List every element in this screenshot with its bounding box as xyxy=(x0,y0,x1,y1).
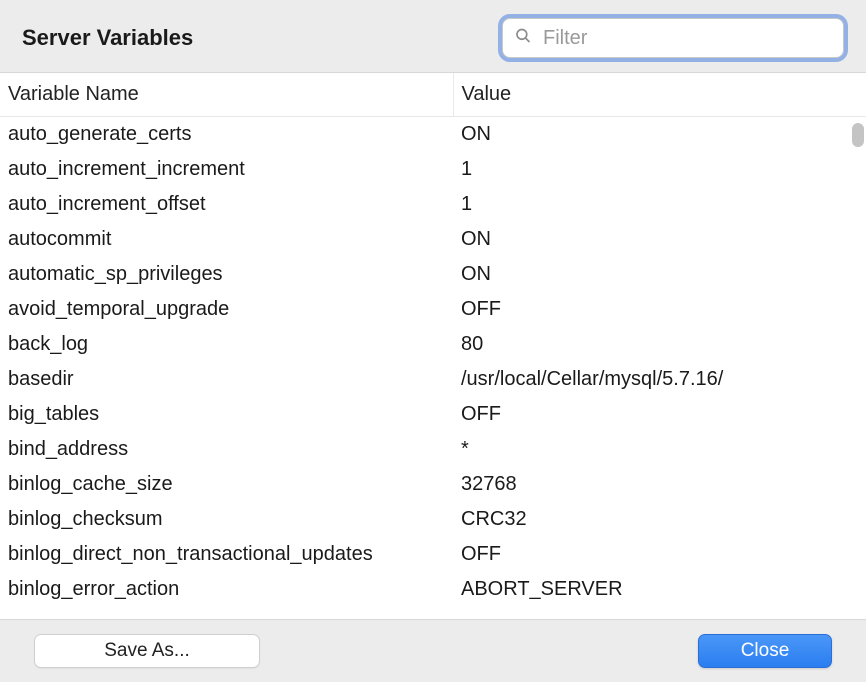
variable-value-cell: ON xyxy=(453,117,866,153)
variable-value-cell: 1 xyxy=(453,152,866,187)
variable-value-cell: ABORT_SERVER xyxy=(453,572,866,607)
table-row[interactable]: bind_address* xyxy=(0,432,866,467)
footer: Save As... Close xyxy=(0,619,866,682)
table-row[interactable]: automatic_sp_privilegesON xyxy=(0,257,866,292)
table-header-row: Variable Name Value xyxy=(0,73,866,117)
table-row[interactable]: binlog_direct_non_transactional_updatesO… xyxy=(0,537,866,572)
variable-value-cell: OFF xyxy=(453,397,866,432)
table-row[interactable]: basedir/usr/local/Cellar/mysql/5.7.16/ xyxy=(0,362,866,397)
variable-name-cell: auto_increment_increment xyxy=(0,152,453,187)
variables-table: Variable Name Value auto_generate_certsO… xyxy=(0,73,866,607)
header: Server Variables xyxy=(0,0,866,72)
table-row[interactable]: back_log80 xyxy=(0,327,866,362)
column-header-value[interactable]: Value xyxy=(453,73,866,117)
variable-name-cell: back_log xyxy=(0,327,453,362)
table-row[interactable]: big_tablesOFF xyxy=(0,397,866,432)
variable-value-cell: OFF xyxy=(453,292,866,327)
variable-value-cell: ON xyxy=(453,257,866,292)
save-as-button[interactable]: Save As... xyxy=(34,634,260,668)
table-row[interactable]: auto_generate_certsON xyxy=(0,117,866,153)
filter-container xyxy=(502,18,844,58)
variable-name-cell: autocommit xyxy=(0,222,453,257)
variable-name-cell: avoid_temporal_upgrade xyxy=(0,292,453,327)
variable-name-cell: basedir xyxy=(0,362,453,397)
page-title: Server Variables xyxy=(22,25,193,51)
variable-name-cell: automatic_sp_privileges xyxy=(0,257,453,292)
variable-value-cell: 32768 xyxy=(453,467,866,502)
table-row[interactable]: autocommitON xyxy=(0,222,866,257)
variable-value-cell: 1 xyxy=(453,187,866,222)
close-button[interactable]: Close xyxy=(698,634,832,668)
variable-name-cell: binlog_cache_size xyxy=(0,467,453,502)
variable-name-cell: binlog_checksum xyxy=(0,502,453,537)
filter-input[interactable] xyxy=(502,18,844,58)
variable-name-cell: auto_increment_offset xyxy=(0,187,453,222)
variables-table-container: Variable Name Value auto_generate_certsO… xyxy=(0,72,866,619)
table-row[interactable]: auto_increment_offset1 xyxy=(0,187,866,222)
variable-value-cell: 80 xyxy=(453,327,866,362)
table-row[interactable]: avoid_temporal_upgradeOFF xyxy=(0,292,866,327)
variable-name-cell: binlog_error_action xyxy=(0,572,453,607)
table-row[interactable]: binlog_checksumCRC32 xyxy=(0,502,866,537)
column-header-name[interactable]: Variable Name xyxy=(0,73,453,117)
variable-name-cell: auto_generate_certs xyxy=(0,117,453,153)
variable-value-cell: /usr/local/Cellar/mysql/5.7.16/ xyxy=(453,362,866,397)
variable-name-cell: bind_address xyxy=(0,432,453,467)
table-row[interactable]: auto_increment_increment1 xyxy=(0,152,866,187)
variable-name-cell: binlog_direct_non_transactional_updates xyxy=(0,537,453,572)
variable-name-cell: big_tables xyxy=(0,397,453,432)
variable-value-cell: CRC32 xyxy=(453,502,866,537)
table-row[interactable]: binlog_error_actionABORT_SERVER xyxy=(0,572,866,607)
table-row[interactable]: binlog_cache_size32768 xyxy=(0,467,866,502)
variable-value-cell: * xyxy=(453,432,866,467)
variable-value-cell: OFF xyxy=(453,537,866,572)
variable-value-cell: ON xyxy=(453,222,866,257)
scrollbar-thumb[interactable] xyxy=(852,123,864,147)
